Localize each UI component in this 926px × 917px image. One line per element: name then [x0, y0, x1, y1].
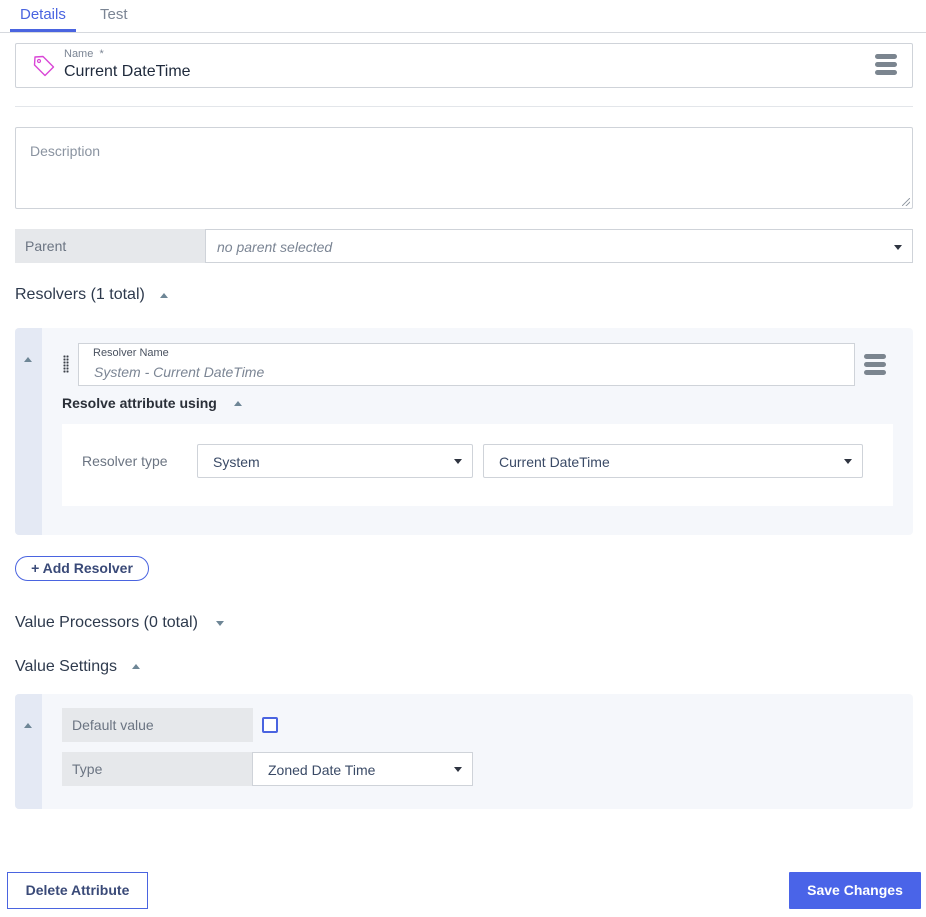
- resolver-value-select[interactable]: Current DateTime: [483, 444, 863, 478]
- name-label-text: Name: [64, 48, 94, 60]
- resolver-name-field[interactable]: Resolver Name System - Current DateTime: [78, 343, 855, 386]
- resolver-type-label: Resolver type: [82, 453, 168, 469]
- resolver-collapse-rail[interactable]: [15, 328, 42, 535]
- name-value[interactable]: Current DateTime: [64, 63, 191, 81]
- value-settings-section-title: Value Settings: [15, 658, 117, 675]
- resolve-attribute-using-title: Resolve attribute using: [62, 395, 217, 411]
- divider: [15, 106, 913, 107]
- drag-handle-icon[interactable]: [63, 355, 69, 373]
- tab-test[interactable]: Test: [100, 6, 128, 23]
- tag-icon: [33, 55, 55, 77]
- default-value-label: Default value: [62, 708, 253, 742]
- tab-bar: Details Test: [0, 0, 926, 33]
- resolver-type-value: System: [213, 454, 260, 470]
- collapse-caret-icon: [132, 664, 140, 669]
- resolver-name-placeholder: System - Current DateTime: [94, 364, 265, 380]
- value-settings-panel: Default value Type Zoned Date Time: [15, 694, 913, 809]
- resolver-panel: Resolver Name System - Current DateTime …: [15, 328, 913, 535]
- collapse-caret-icon: [24, 357, 32, 362]
- resolver-menu-icon[interactable]: [864, 354, 886, 376]
- delete-attribute-button[interactable]: Delete Attribute: [7, 872, 148, 909]
- add-resolver-button[interactable]: + Add Resolver: [15, 556, 149, 581]
- resolver-type-select[interactable]: System: [197, 444, 473, 478]
- chevron-down-icon: [894, 245, 902, 250]
- resolver-value: Current DateTime: [499, 454, 610, 470]
- collapse-caret-icon: [24, 723, 32, 728]
- save-changes-button[interactable]: Save Changes: [789, 872, 921, 909]
- type-value: Zoned Date Time: [268, 762, 376, 778]
- resolve-attribute-using-header[interactable]: Resolve attribute using: [62, 395, 242, 411]
- active-tab-indicator: [10, 29, 76, 32]
- value-settings-section-header[interactable]: Value Settings: [15, 658, 140, 676]
- tab-details[interactable]: Details: [20, 6, 66, 23]
- hamburger-menu-icon[interactable]: [875, 54, 897, 76]
- collapse-caret-icon: [160, 293, 168, 298]
- parent-select-value: no parent selected: [217, 239, 333, 255]
- value-settings-collapse-rail[interactable]: [15, 694, 42, 809]
- type-label: Type: [62, 752, 253, 786]
- resolvers-section-header[interactable]: Resolvers (1 total): [15, 286, 168, 304]
- chevron-down-icon: [454, 767, 462, 772]
- chevron-down-icon: [844, 459, 852, 464]
- description-textarea[interactable]: Description: [15, 127, 913, 209]
- resolvers-section-title: Resolvers (1 total): [15, 286, 145, 303]
- expand-caret-icon: [216, 621, 224, 626]
- chevron-down-icon: [454, 459, 462, 464]
- resolver-name-label: Resolver Name: [93, 347, 169, 359]
- resize-grip-icon[interactable]: [902, 198, 910, 206]
- name-field[interactable]: Name * Current DateTime: [15, 43, 913, 88]
- name-label: Name *: [64, 48, 104, 60]
- collapse-caret-icon: [234, 401, 242, 406]
- resolver-type-card: Resolver type System Current DateTime: [62, 424, 893, 506]
- type-select[interactable]: Zoned Date Time: [252, 752, 473, 786]
- value-processors-section-title: Value Processors (0 total): [15, 614, 198, 631]
- parent-label: Parent: [15, 229, 206, 263]
- description-placeholder: Description: [30, 143, 101, 159]
- default-value-checkbox[interactable]: [262, 717, 278, 733]
- value-processors-section-header[interactable]: Value Processors (0 total): [15, 614, 224, 632]
- required-marker: *: [99, 48, 104, 60]
- parent-select[interactable]: no parent selected: [205, 229, 913, 263]
